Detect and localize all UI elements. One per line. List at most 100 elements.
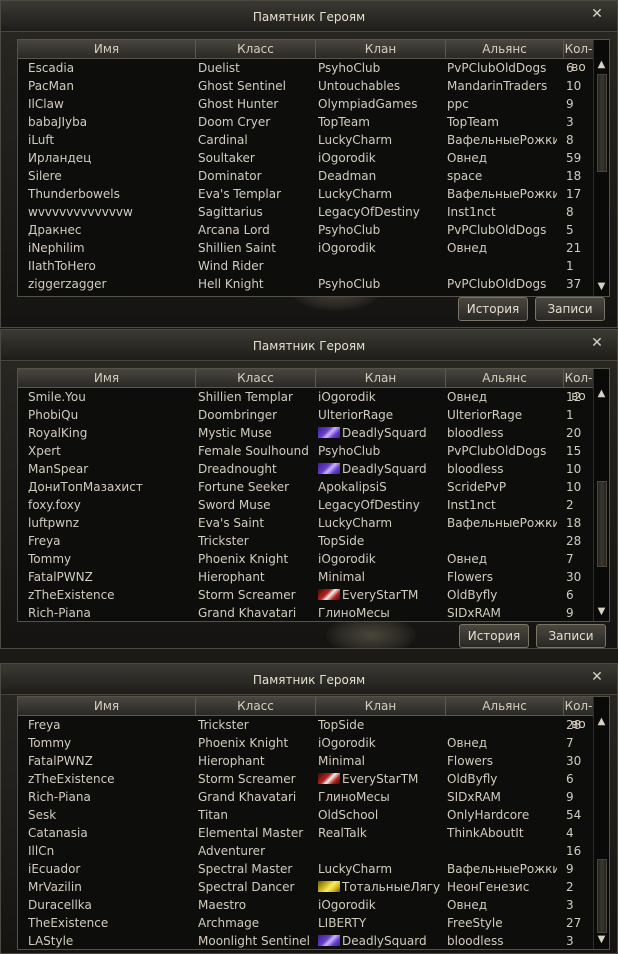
- table-row[interactable]: Freya Trickster TopSide 28: [18, 716, 593, 734]
- scroll-thumb[interactable]: [597, 481, 607, 567]
- player-clan: ApokalipsiS: [318, 480, 387, 494]
- column-header-name[interactable]: Имя: [18, 369, 196, 387]
- records-button[interactable]: Записи: [536, 624, 606, 648]
- table-row[interactable]: IIathToHero Wind Rider 1: [18, 257, 593, 275]
- table-row[interactable]: ДониТопМазахист Fortune Seeker ApokalipsiS…: [18, 478, 593, 496]
- player-clan: TopSide: [318, 718, 365, 732]
- history-button[interactable]: История: [458, 297, 528, 321]
- scroll-down-icon[interactable]: ▼: [594, 280, 609, 294]
- player-class: Adventurer: [198, 844, 266, 858]
- table-row[interactable]: Catanasia Elemental Master RealTalk ThinkAb…: [18, 824, 593, 842]
- table-row[interactable]: Sesk Titan OldSchool OnlyHardcore 54: [18, 806, 593, 824]
- table-row[interactable]: Duracellka Maestro iOgorodik Овнед 3: [18, 896, 593, 914]
- history-button[interactable]: История: [459, 624, 529, 648]
- player-name: Duracellka: [28, 898, 92, 912]
- window-titlebar[interactable]: Памятник Героям ✕: [1, 330, 617, 361]
- player-alliance: OnlyHardcore: [447, 808, 530, 822]
- hero-count: 54: [566, 808, 582, 822]
- column-header-alliance[interactable]: Альянс: [446, 40, 564, 58]
- column-header-count[interactable]: Кол-во: [564, 697, 593, 731]
- column-header-class[interactable]: Класс: [196, 369, 316, 387]
- player-class: Spectral Dancer: [198, 880, 295, 894]
- column-header-name[interactable]: Имя: [18, 40, 196, 58]
- scroll-thumb[interactable]: [597, 74, 607, 172]
- table-row[interactable]: Rich-Piana Grand Khavatari ГлиноМесы SIDxRA…: [18, 788, 593, 806]
- player-class: Eva's Saint: [198, 516, 265, 530]
- hero-count: 18: [566, 516, 582, 530]
- scroll-up-icon[interactable]: ▲: [594, 58, 609, 72]
- hero-monument-window-1: Памятник Героям ✕ Имя Класс Клан Альянс …: [0, 0, 618, 328]
- player-clan: RealTalk: [318, 826, 367, 840]
- table-row[interactable]: Xpert Female Soulhound PsyhoClub PvPClubOld…: [18, 442, 593, 460]
- table-row[interactable]: babaJIyba Doom Cryer TopTeam TopTeam 3: [18, 113, 593, 131]
- window-titlebar[interactable]: Памятник Героям ✕: [1, 1, 617, 32]
- table-row[interactable]: TheExistence Archmage LIBERTY FreeStyle 27: [18, 914, 593, 932]
- records-button[interactable]: Записи: [535, 297, 605, 321]
- table-row[interactable]: Smile.You Shillien Templar iOgorodik Овнед 1…: [18, 388, 593, 406]
- table-row[interactable]: Freya Trickster TopSide 28: [18, 532, 593, 550]
- table-header: Имя Класс Клан Альянс Кол-во: [18, 697, 593, 731]
- column-header-count[interactable]: Кол-во: [564, 40, 593, 74]
- column-header-class[interactable]: Класс: [196, 697, 316, 715]
- scroll-up-icon[interactable]: ▲: [594, 715, 609, 729]
- table-row[interactable]: Tommy Phoenix Knight iOgorodik Овнед 7: [18, 550, 593, 568]
- table-row[interactable]: LAStyle Moonlight Sentinel DeadlySquard blo…: [18, 932, 593, 950]
- table-row[interactable]: foxy.foxy Sword Muse LegacyOfDestiny Inst1n…: [18, 496, 593, 514]
- table-row[interactable]: wvvvvvvvvvvvvw Sagittarius LegacyOfDestiny…: [18, 203, 593, 221]
- hero-count: 28: [566, 718, 582, 732]
- table-row[interactable]: Дракнес Arcana Lord PsyhoClub PvPClubOldDog…: [18, 221, 593, 239]
- player-clan: [318, 257, 443, 275]
- close-icon[interactable]: ✕: [589, 335, 605, 351]
- table-row[interactable]: IllCn Adventurer 16: [18, 842, 593, 860]
- scroll-thumb[interactable]: [597, 859, 607, 933]
- column-header-name[interactable]: Имя: [18, 697, 196, 715]
- scroll-up-icon[interactable]: ▲: [594, 387, 609, 401]
- table-row[interactable]: zTheExistence Storm Screamer EveryStarTM Ol…: [18, 770, 593, 788]
- column-header-alliance[interactable]: Альянс: [446, 369, 564, 387]
- scrollbar[interactable]: ▲ ▼: [593, 40, 609, 296]
- player-clan: TopTeam: [318, 115, 370, 129]
- table-row[interactable]: PhobiQu Doombringer UlteriorRage UlteriorRa…: [18, 406, 593, 424]
- scrollbar[interactable]: ▲ ▼: [593, 697, 609, 949]
- table-row[interactable]: Rich-Piana Grand Khavatari ГлиноМесы SIDxRA…: [18, 604, 593, 622]
- close-icon[interactable]: ✕: [589, 6, 605, 22]
- scrollbar[interactable]: ▲ ▼: [593, 369, 609, 621]
- scroll-down-icon[interactable]: ▼: [594, 605, 609, 619]
- table-row[interactable]: MrVazilin Spectral Dancer ТотальныеЛягу Нео…: [18, 878, 593, 896]
- table-row[interactable]: ziggerzagger Hell Knight PsyhoClub PvPClubO…: [18, 275, 593, 293]
- table-row[interactable]: iLuft Cardinal LuckyCharm ВафельныеРожки 8: [18, 131, 593, 149]
- table-row[interactable]: Silere Dominator Deadman space 18: [18, 167, 593, 185]
- player-alliance: ВафельныеРожки: [447, 187, 557, 201]
- table-row[interactable]: Ирландец Soultaker iOgorodik Овнед 59: [18, 149, 593, 167]
- table-row[interactable]: ManSpear Dreadnought DeadlySquard bloodless…: [18, 460, 593, 478]
- player-clan: iOgorodik: [318, 151, 376, 165]
- column-header-count[interactable]: Кол-во: [564, 369, 593, 403]
- table-row[interactable]: iNephilim Shillien Saint iOgorodik Овнед 21: [18, 239, 593, 257]
- player-name: LAStyle: [28, 934, 74, 948]
- column-header-class[interactable]: Класс: [196, 40, 316, 58]
- table-row[interactable]: iEcuador Spectral Master LuckyCharm Вафельн…: [18, 860, 593, 878]
- column-header-clan[interactable]: Клан: [316, 40, 446, 58]
- table-row[interactable]: Tommy Phoenix Knight iOgorodik Овнед 7: [18, 734, 593, 752]
- column-header-clan[interactable]: Клан: [316, 369, 446, 387]
- table-row[interactable]: RoyalKing Mystic Muse DeadlySquard bloodles…: [18, 424, 593, 442]
- table-row[interactable]: IlClaw Ghost Hunter OlympiadGames ppc 9: [18, 95, 593, 113]
- table-row[interactable]: Thunderbowels Eva's Templar LuckyCharm Вафе…: [18, 185, 593, 203]
- table-row[interactable]: luftpwnz Eva's Saint LuckyCharm ВафельныеРо…: [18, 514, 593, 532]
- hero-count: 27: [566, 916, 582, 930]
- table-row[interactable]: zTheExistence Storm Screamer EveryStarTM Ol…: [18, 586, 593, 604]
- window-title: Памятник Героям: [252, 10, 366, 24]
- player-class: Titan: [198, 808, 228, 822]
- hero-count: 37: [566, 277, 582, 291]
- window-titlebar[interactable]: Памятник Героям ✕: [1, 664, 617, 695]
- scroll-down-icon[interactable]: ▼: [594, 933, 609, 947]
- table-row[interactable]: PacMan Ghost Sentinel Untouchables Mandarin…: [18, 77, 593, 95]
- column-header-clan[interactable]: Клан: [316, 697, 446, 715]
- table-row[interactable]: FatalPWNZ Hierophant Minimal Flowers 30: [18, 752, 593, 770]
- player-class: Phoenix Knight: [198, 736, 289, 750]
- column-header-alliance[interactable]: Альянс: [446, 697, 564, 715]
- table-row[interactable]: Escadia Duelist PsyhoClub PvPClubOldDogs 6: [18, 59, 593, 77]
- close-icon[interactable]: ✕: [589, 669, 605, 685]
- table-row[interactable]: FatalPWNZ Hierophant Minimal Flowers 30: [18, 568, 593, 586]
- player-name: luftpwnz: [28, 516, 79, 530]
